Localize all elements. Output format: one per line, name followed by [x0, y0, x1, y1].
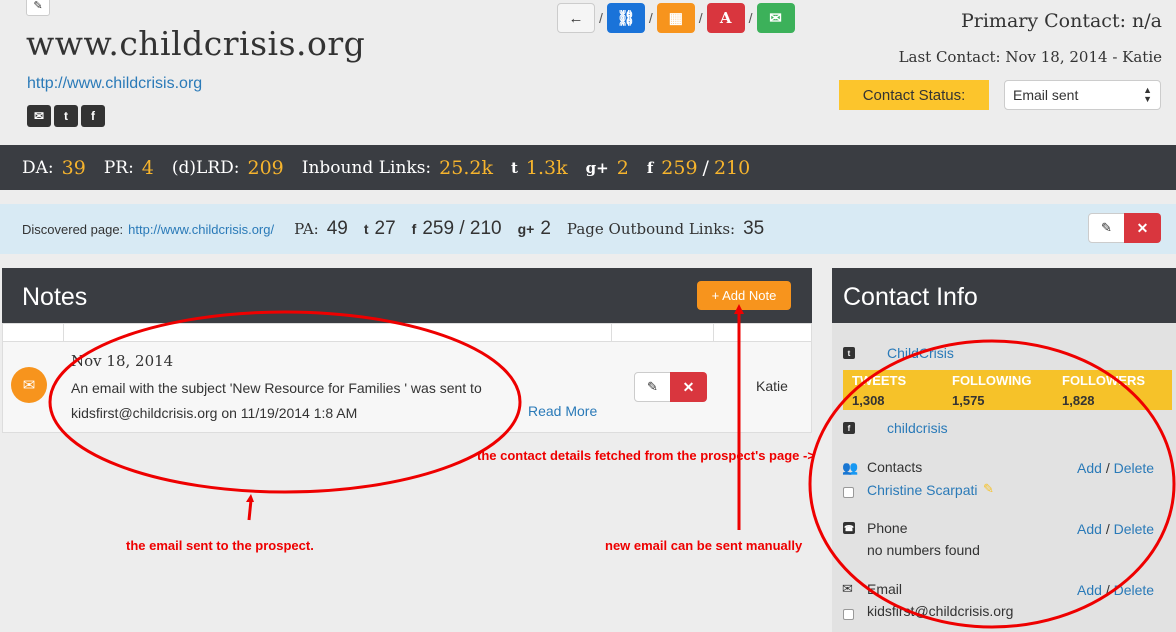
annotation-new-email: new email can be sent manually [605, 538, 803, 553]
email-arrow-line [247, 499, 253, 521]
new-email-arrow-head [734, 304, 744, 314]
annotation-contact-details: the contact details fetched from the pro… [477, 448, 815, 463]
annotation-email-sent: the email sent to the prospect. [126, 538, 314, 553]
email-arrow-head [246, 494, 254, 502]
contact-highlight-ellipse [808, 339, 1176, 629]
note-highlight-ellipse [48, 310, 522, 494]
